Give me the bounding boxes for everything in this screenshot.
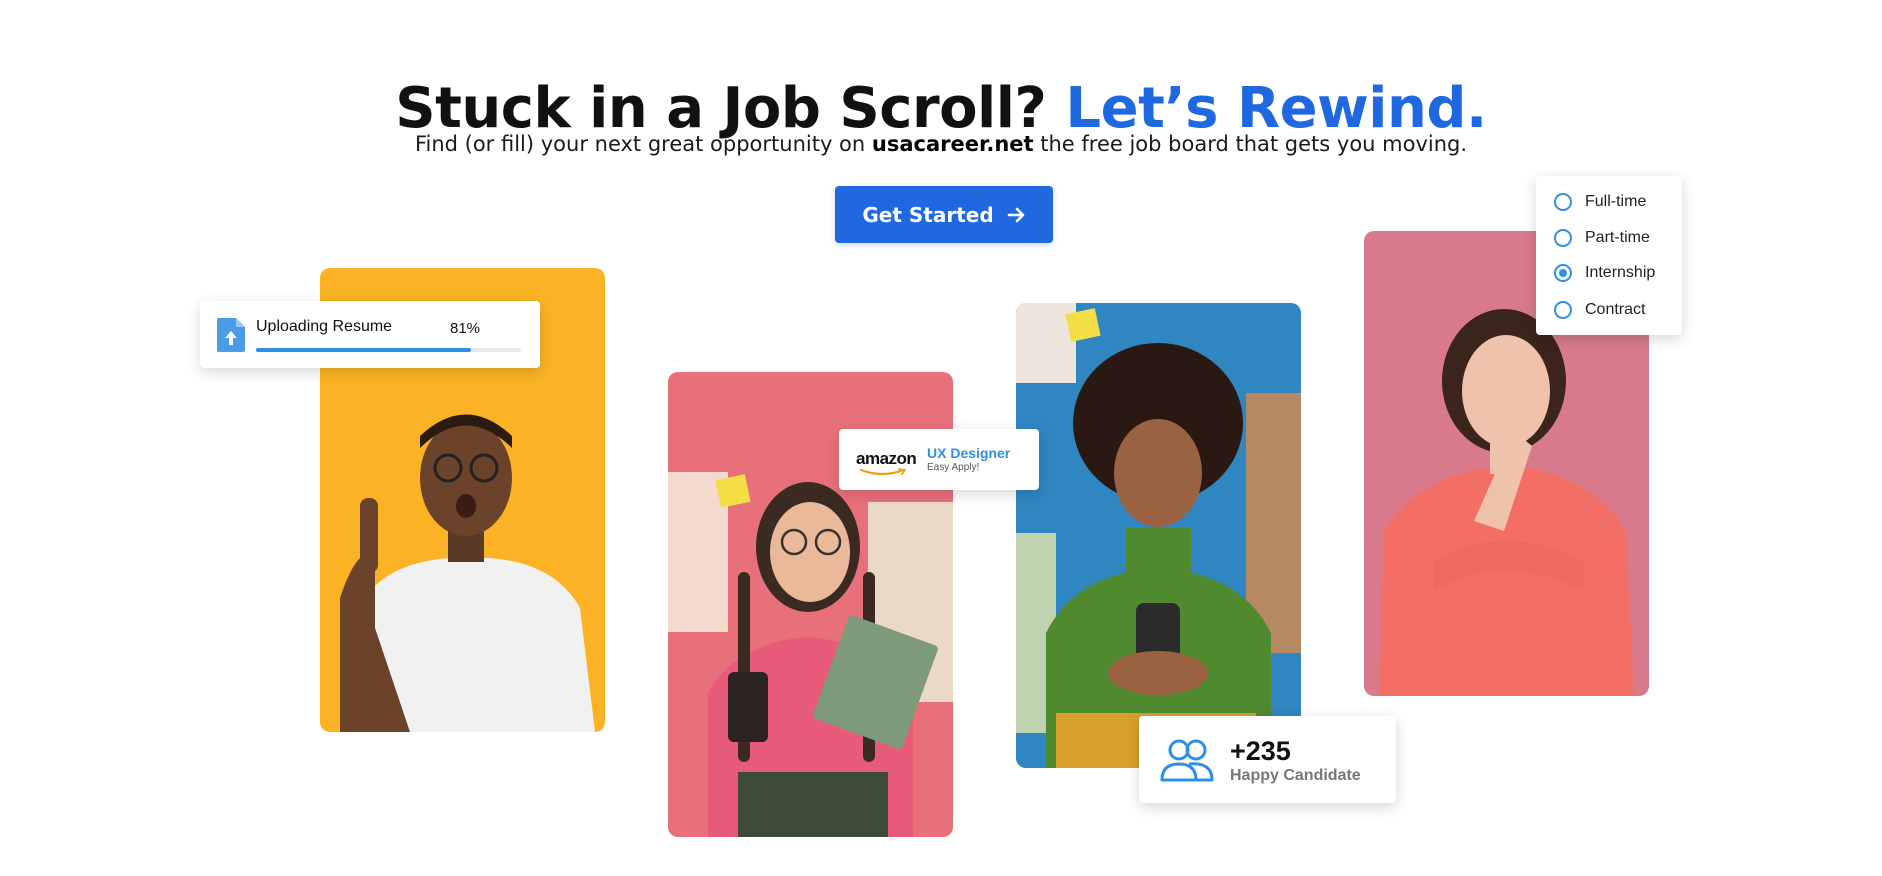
job-listing-card[interactable]: amazon UX Designer Easy Apply! bbox=[839, 429, 1039, 490]
easy-apply-note: Easy Apply! bbox=[927, 462, 980, 473]
upload-label: Uploading Resume bbox=[256, 318, 393, 335]
job-type-option-full-time[interactable]: Full-time bbox=[1554, 193, 1646, 211]
file-upload-icon bbox=[217, 318, 245, 352]
job-type-filter: Full-time Part-time Internship Contract bbox=[1536, 176, 1682, 335]
job-type-option-part-time[interactable]: Part-time bbox=[1554, 229, 1650, 247]
candidates-label: Happy Candidate bbox=[1230, 767, 1361, 784]
upload-progress-fill bbox=[256, 348, 471, 352]
radio-internship[interactable] bbox=[1554, 264, 1572, 282]
get-started-button[interactable]: Get Started bbox=[835, 186, 1053, 243]
photo-card-woman-phone bbox=[1016, 303, 1301, 768]
job-type-option-contract[interactable]: Contract bbox=[1554, 301, 1645, 319]
hero-title-accent: Let’s Rewind. bbox=[1065, 75, 1487, 141]
hero-title-main: Stuck in a Job Scroll? bbox=[395, 75, 1047, 141]
radio-part-time[interactable] bbox=[1554, 229, 1572, 247]
get-started-label: Get Started bbox=[862, 202, 994, 227]
people-icon bbox=[1160, 739, 1214, 782]
job-type-label: Internship bbox=[1585, 264, 1656, 281]
hero-subtitle-pre: Find (or fill) your next great opportuni… bbox=[414, 132, 866, 156]
hero-subtitle: Find (or fill) your next great opportuni… bbox=[0, 132, 1882, 156]
job-role: UX Designer bbox=[927, 445, 1011, 461]
arrow-right-icon bbox=[1007, 207, 1024, 222]
job-type-label: Part-time bbox=[1585, 229, 1650, 246]
candidates-count: +235 bbox=[1230, 736, 1291, 766]
hero-title: Stuck in a Job Scroll? Let’s Rewind. bbox=[0, 76, 1882, 141]
company-logo: amazon bbox=[856, 449, 917, 468]
upload-progress-card: Uploading Resume 81% bbox=[200, 301, 540, 368]
radio-full-time[interactable] bbox=[1554, 193, 1572, 211]
upload-percent: 81% bbox=[450, 320, 481, 337]
job-type-option-internship[interactable]: Internship bbox=[1554, 264, 1655, 282]
upload-progress-track bbox=[256, 348, 521, 352]
job-type-label: Contract bbox=[1585, 301, 1646, 318]
hero-subtitle-brand[interactable]: usacareer.net bbox=[872, 132, 1034, 156]
amazon-smile-icon bbox=[859, 468, 907, 476]
radio-contract[interactable] bbox=[1554, 301, 1572, 319]
job-type-label: Full-time bbox=[1585, 193, 1647, 210]
happy-candidates-card: +235 Happy Candidate bbox=[1139, 716, 1396, 803]
woman-phone-photo bbox=[1016, 303, 1301, 768]
hero-subtitle-post: the free job board that gets you moving. bbox=[1040, 132, 1468, 156]
